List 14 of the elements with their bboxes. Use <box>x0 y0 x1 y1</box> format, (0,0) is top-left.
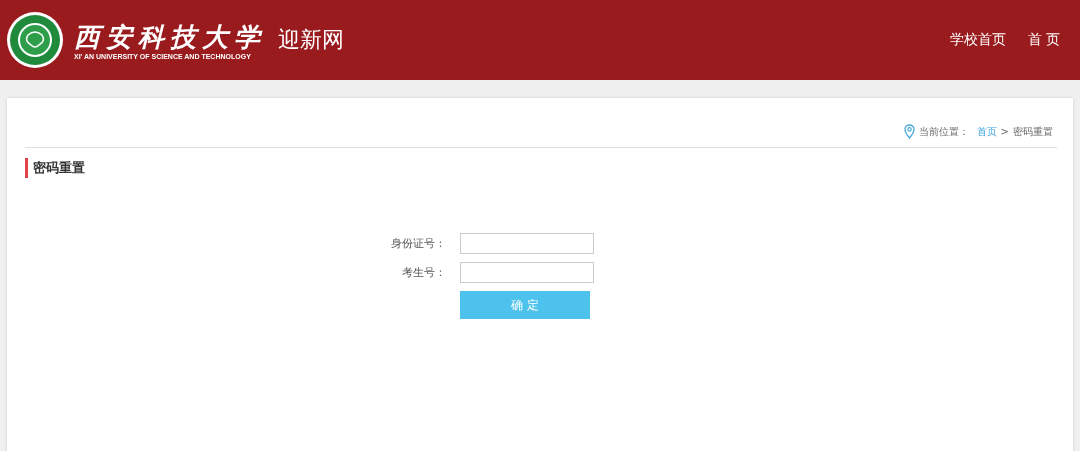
section-title: 密码重置 <box>25 158 1057 178</box>
input-field[interactable] <box>460 262 594 283</box>
location-pin-icon <box>903 124 915 139</box>
breadcrumb-label: 当前位置： <box>918 124 969 139</box>
site-name: 迎新网 <box>278 26 344 54</box>
university-seal-icon <box>6 11 64 69</box>
breadcrumb-separator: > <box>1000 126 1009 137</box>
field-label: 身份证号： <box>390 236 446 251</box>
nav-link[interactable]: 学校首页 <box>949 31 1006 49</box>
school-name: 西安科技大学 <box>74 20 266 53</box>
input-field[interactable] <box>460 233 594 254</box>
nav-link[interactable]: 首 页 <box>1027 31 1060 49</box>
field-label: 考生号： <box>401 265 446 280</box>
breadcrumb-current: 密码重置 <box>1013 124 1053 139</box>
